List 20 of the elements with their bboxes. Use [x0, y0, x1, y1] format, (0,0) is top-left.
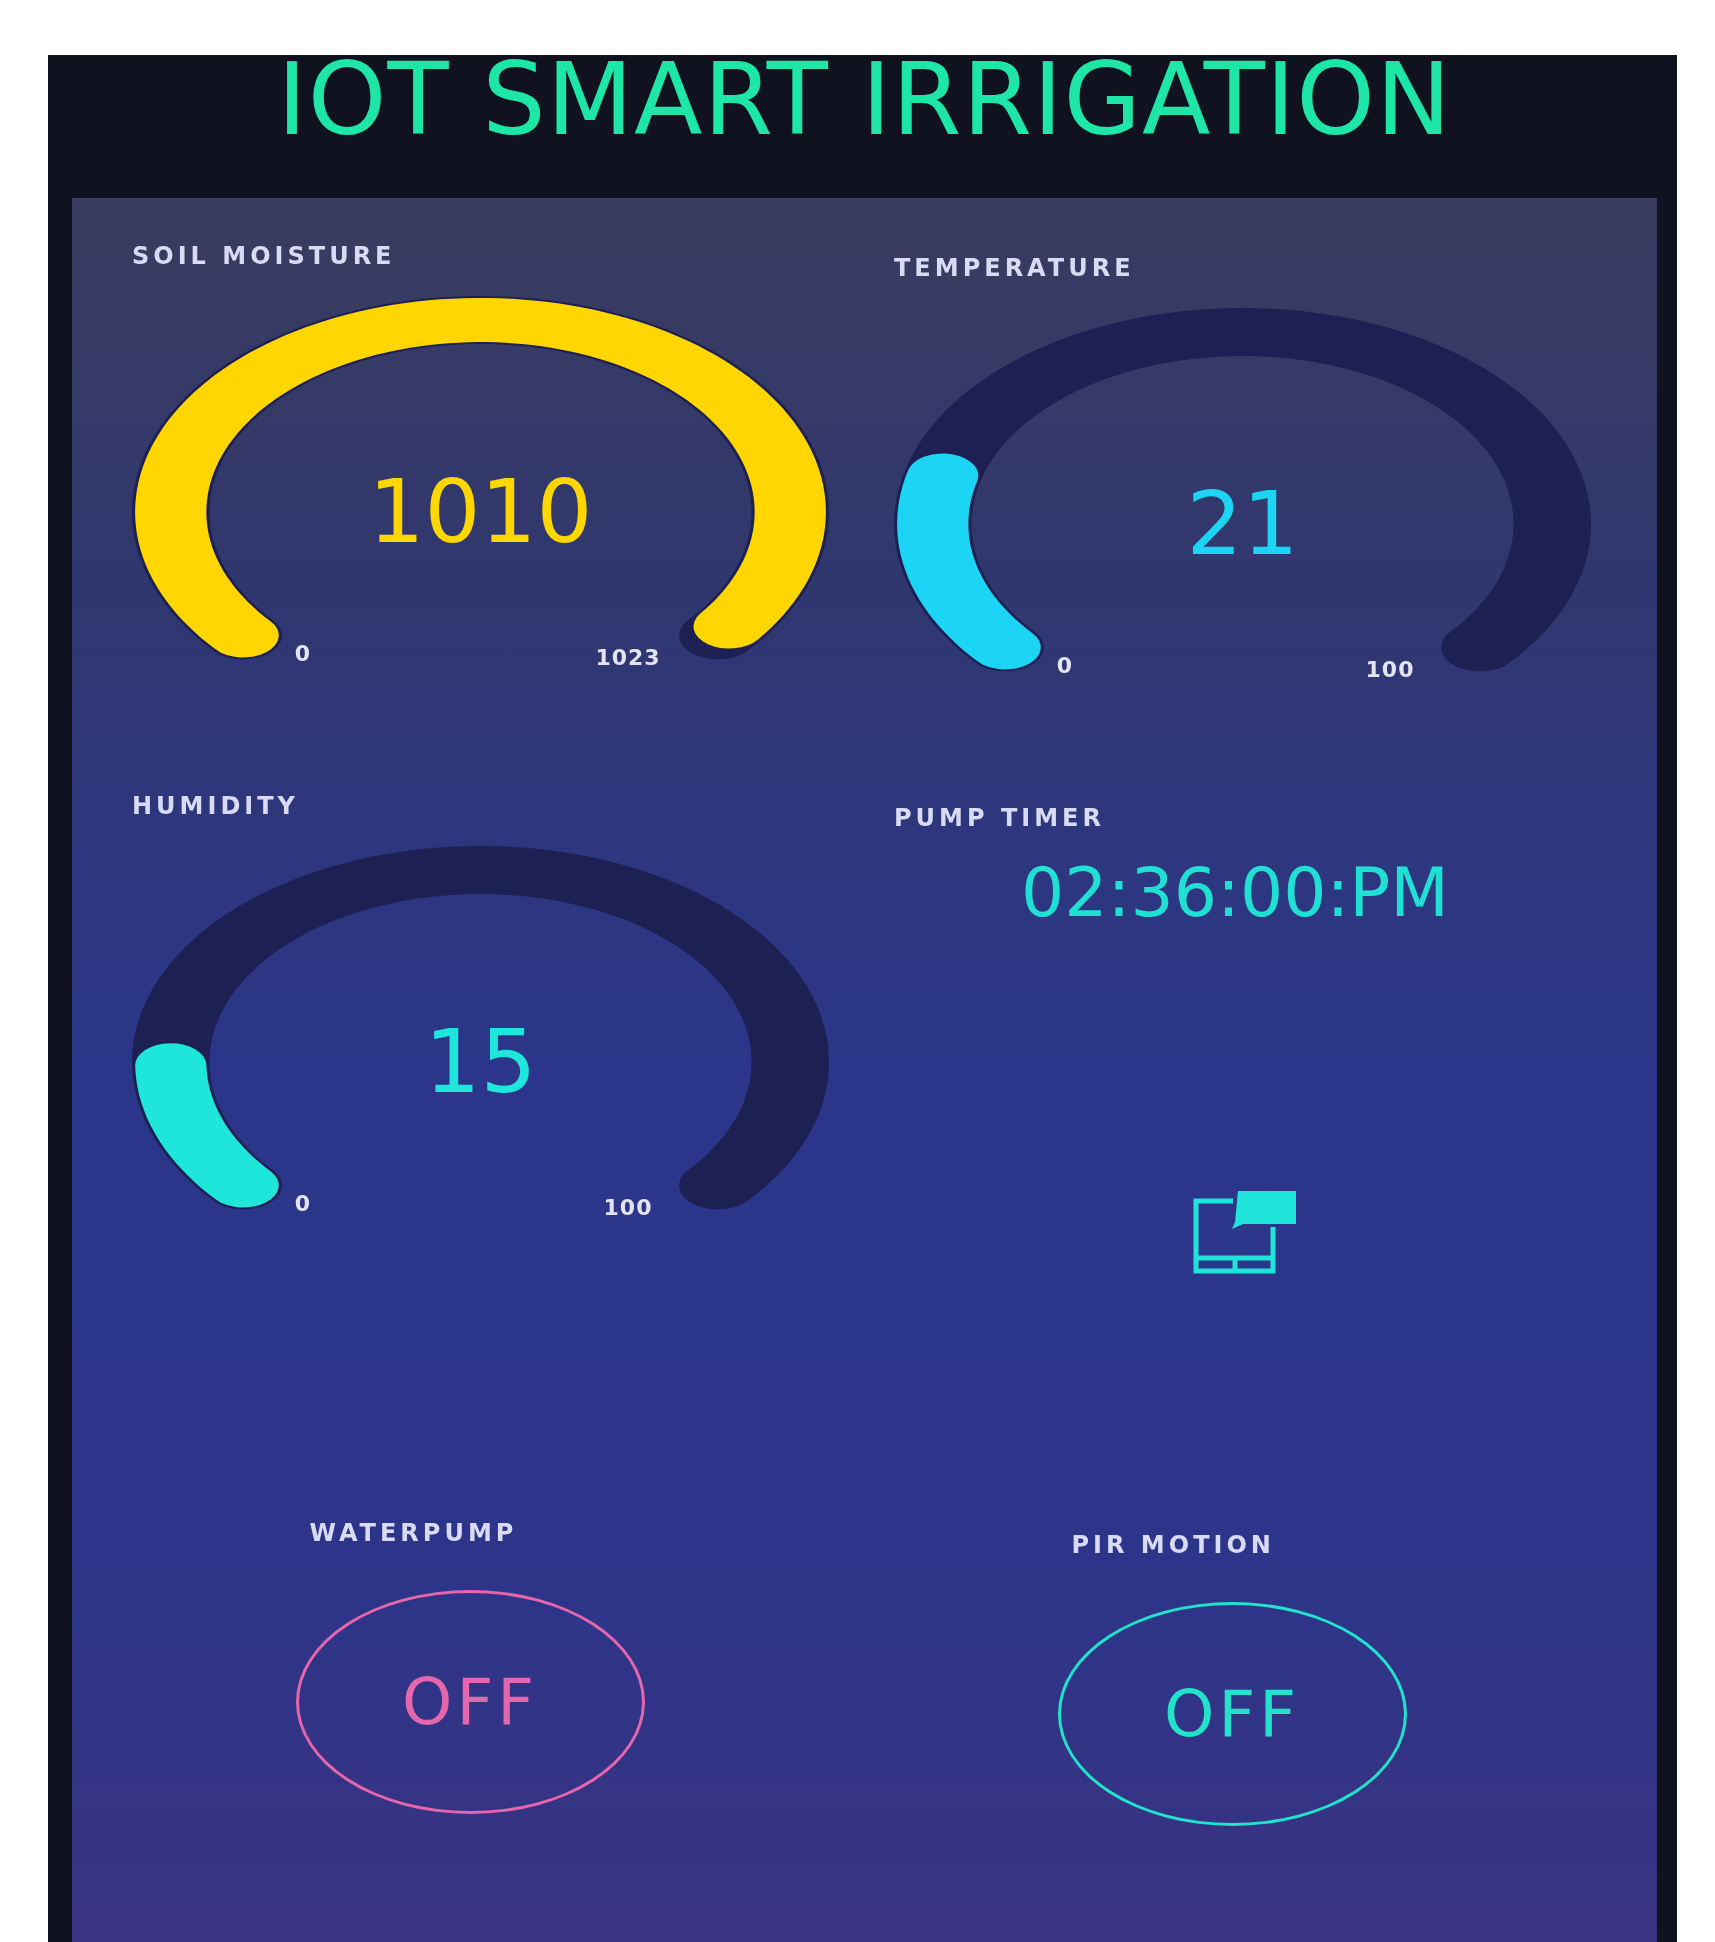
gauge-label: SOIL MOISTURE: [132, 241, 396, 271]
gauge-min-label: 0: [294, 1190, 312, 1218]
device-icon: [1191, 1189, 1299, 1275]
toggle-button[interactable]: OFF: [295, 1590, 645, 1814]
gauge-min-label: 0: [294, 640, 312, 668]
gauge-max-label: 100: [1365, 656, 1415, 684]
app-title: IOT SMART IRRIGATION: [276, 55, 1453, 145]
gauge-value: 21: [1186, 480, 1299, 568]
gauge-min-label: 0: [1056, 652, 1074, 680]
button-label: WATERPUMP: [309, 1518, 518, 1548]
toggle-button[interactable]: OFF: [1057, 1602, 1407, 1826]
timer-label: PUMP TIMER: [894, 803, 1105, 833]
timer-value: 02:36:00:PM: [1021, 853, 1449, 933]
button-label: PIR MOTION: [1071, 1530, 1275, 1560]
gauge-label: HUMIDITY: [132, 791, 299, 821]
gauge-value: 1010: [368, 468, 593, 556]
gauge-max-label: 1023: [595, 644, 661, 672]
gauge-value: 15: [424, 1018, 537, 1106]
gauge-label: TEMPERATURE: [894, 253, 1135, 283]
gauge-max-label: 100: [603, 1194, 653, 1222]
